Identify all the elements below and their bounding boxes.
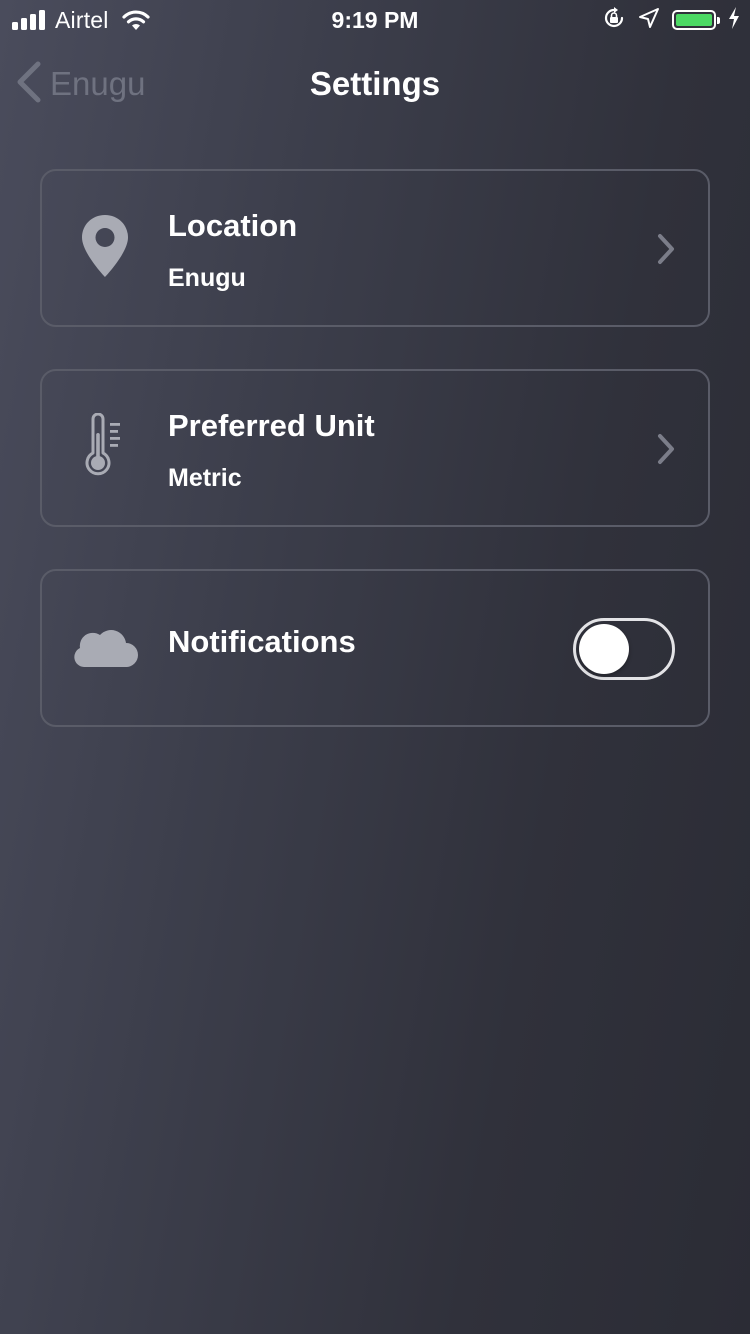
- notifications-toggle[interactable]: [573, 618, 675, 680]
- toggle-knob: [579, 624, 629, 674]
- orientation-lock-icon: [602, 6, 626, 35]
- battery-icon: [672, 10, 720, 30]
- notifications-title: Notifications: [168, 624, 356, 659]
- chevron-right-icon: [656, 233, 676, 270]
- location-services-icon: [638, 7, 660, 34]
- thermometer-icon: [72, 411, 138, 481]
- location-title: Location: [168, 208, 298, 243]
- preferred-unit-setting-row[interactable]: Preferred Unit Metric: [40, 369, 710, 527]
- page-title: Settings: [309, 65, 441, 102]
- chevron-right-icon: [656, 433, 676, 470]
- status-right: [602, 6, 740, 34]
- preferred-unit-title: Preferred Unit: [168, 408, 375, 443]
- cloud-icon: [72, 611, 138, 681]
- battery-level: [676, 14, 712, 26]
- location-value: Enugu: [168, 264, 246, 292]
- charging-bolt-icon: [728, 6, 740, 34]
- status-bar: Airtel 9:19 PM: [0, 0, 750, 40]
- location-setting-row[interactable]: Location Enugu: [40, 169, 710, 327]
- preferred-unit-value: Metric: [168, 464, 242, 492]
- map-pin-icon: [72, 211, 138, 281]
- notifications-setting-row: Notifications: [40, 569, 710, 727]
